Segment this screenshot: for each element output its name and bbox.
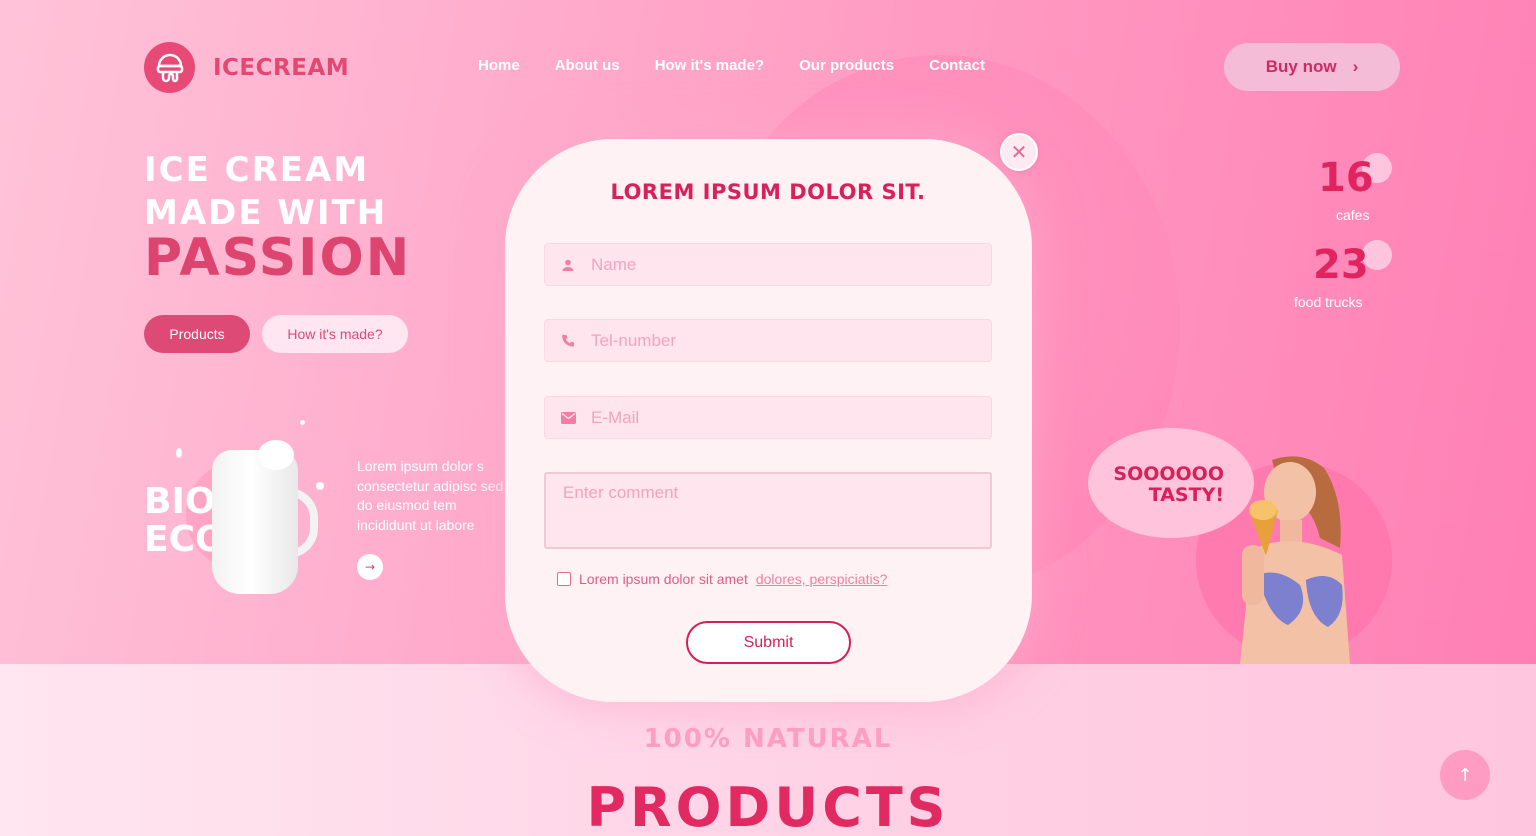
- nav-products[interactable]: Our products: [799, 57, 894, 74]
- tel-input[interactable]: [591, 330, 971, 351]
- agreement-row: Lorem ipsum dolor sit amet dolores, pers…: [557, 571, 887, 587]
- nav-contact[interactable]: Contact: [929, 57, 985, 74]
- agreement-link[interactable]: dolores, perspiciatis?: [756, 571, 888, 587]
- milk-drop: [176, 448, 182, 458]
- girl-with-ice-cream-image: [1240, 456, 1350, 664]
- buy-now-button[interactable]: Buy now ›: [1224, 43, 1400, 91]
- section-subtitle: 100% NATURAL: [643, 724, 893, 754]
- agreement-checkbox[interactable]: [557, 572, 571, 586]
- email-field: [544, 396, 992, 439]
- milk-jug-image: [212, 450, 298, 594]
- main-nav: Home About us How it's made? Our product…: [478, 57, 985, 74]
- ice-cream-icon: [144, 42, 195, 93]
- nav-home[interactable]: Home: [478, 57, 520, 74]
- stat-trucks-label: food trucks: [1294, 294, 1363, 310]
- email-input[interactable]: [591, 407, 971, 428]
- brand-name: ICECREAM: [213, 54, 350, 81]
- mail-icon: [545, 411, 591, 424]
- close-icon[interactable]: ✕: [1000, 133, 1038, 171]
- agreement-text: Lorem ipsum dolor sit amet: [579, 571, 748, 587]
- tel-field: [544, 319, 992, 362]
- nav-how-made[interactable]: How it's made?: [655, 57, 764, 74]
- modal-title: LOREM IPSUM DOLOR SIT.: [610, 180, 926, 204]
- name-input[interactable]: [591, 254, 971, 275]
- brand-logo[interactable]: ICECREAM: [144, 42, 349, 93]
- section-title: PRODUCTS: [586, 776, 950, 836]
- arrow-right-icon[interactable]: →: [357, 554, 383, 580]
- arrow-up-icon[interactable]: ↑: [1440, 750, 1490, 800]
- submit-button[interactable]: Submit: [686, 621, 851, 664]
- hero-title-emphasis: PASSION: [144, 228, 412, 288]
- stat-trucks-value: 23: [1313, 242, 1369, 288]
- phone-icon: [545, 334, 591, 348]
- person-icon: [545, 259, 591, 271]
- milk-drop: [316, 482, 324, 490]
- speech-bubble-text: SOOOOOO TASTY!: [1108, 464, 1224, 506]
- buy-now-label: Buy now: [1265, 57, 1337, 76]
- bubble-line-1: SOOOOOO: [1113, 463, 1224, 485]
- name-field: [544, 243, 992, 286]
- how-made-button[interactable]: How it's made?: [262, 315, 408, 353]
- milk-splash: [258, 440, 294, 470]
- products-button[interactable]: Products: [144, 315, 250, 353]
- nav-about[interactable]: About us: [555, 57, 620, 74]
- comment-textarea[interactable]: [544, 472, 992, 549]
- stat-cafes-label: cafes: [1336, 207, 1370, 223]
- bubble-line-2: TASTY!: [1148, 484, 1224, 506]
- hero-description: Lorem ipsum dolor s consectetur adipisc …: [357, 458, 504, 533]
- milk-drop: [300, 420, 305, 425]
- chevron-right-icon: ›: [1352, 57, 1359, 76]
